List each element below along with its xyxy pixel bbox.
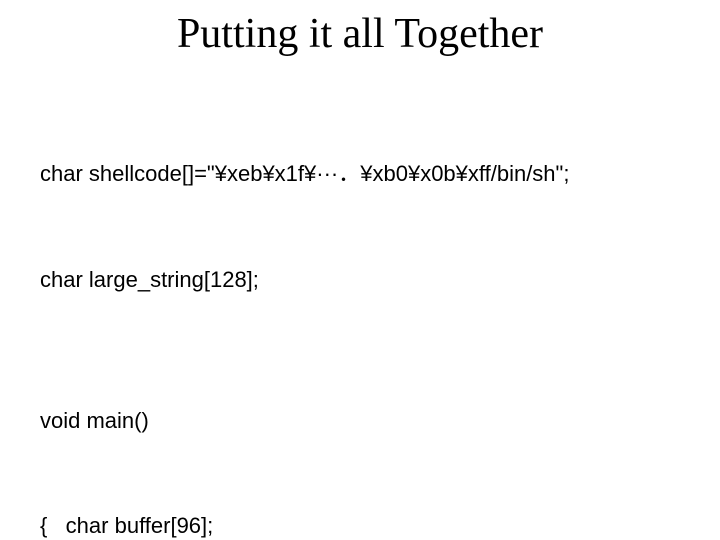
code-line: { char buffer[96]; — [40, 508, 680, 540]
code-line: void main() — [40, 403, 680, 438]
code-line: char shellcode[]="¥xeb¥x1f¥···．¥xb0¥x0b¥… — [40, 156, 680, 191]
slide-title: Putting it all Together — [40, 10, 680, 58]
code-block: char shellcode[]="¥xeb¥x1f¥···．¥xb0¥x0b¥… — [40, 86, 680, 540]
code-line: char large_string[128]; — [40, 262, 680, 297]
slide: Putting it all Together char shellcode[]… — [0, 0, 720, 540]
